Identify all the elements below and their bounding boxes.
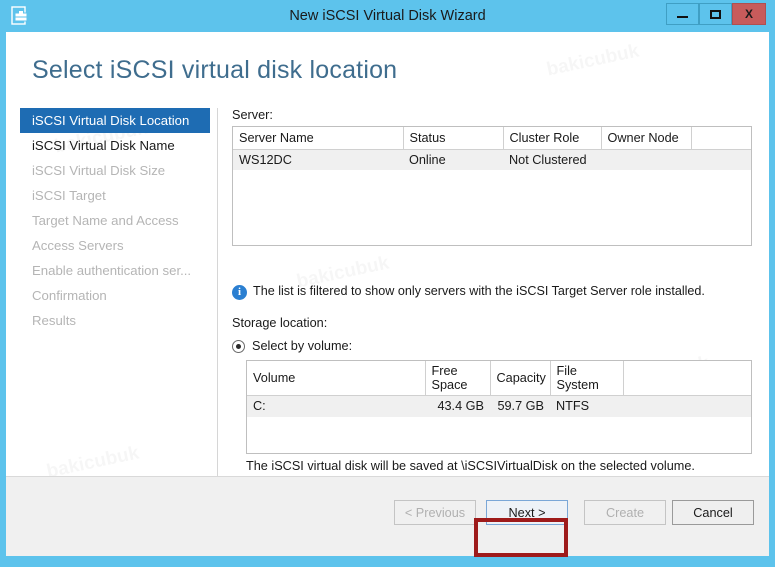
sidebar-item-label: iSCSI Virtual Disk Size <box>32 163 165 178</box>
sidebar-item-label: iSCSI Target <box>32 188 106 203</box>
cell-owner-node <box>601 149 691 170</box>
cell-file-system: NTFS <box>550 396 623 417</box>
column-header-file-system[interactable]: File System <box>550 361 623 396</box>
table-header-row: Volume Free Space Capacity File System <box>247 361 751 396</box>
cell-spacer <box>623 396 751 417</box>
sidebar-item-label: iSCSI Virtual Disk Name <box>32 138 175 153</box>
column-header-cluster-role[interactable]: Cluster Role <box>503 127 601 149</box>
storage-location-label: Storage location: <box>232 316 327 330</box>
maximize-button[interactable] <box>699 3 732 25</box>
cell-free-space: 43.4 GB <box>425 396 490 417</box>
sidebar-item-iscsi-virtual-disk-location[interactable]: iSCSI Virtual Disk Location <box>20 108 210 133</box>
watermark: bakicubuk <box>545 40 642 81</box>
sidebar-item-label: Target Name and Access <box>32 213 179 228</box>
main-panel: Server: Server Name Status Cluster Role … <box>232 108 752 246</box>
title-bar: New iSCSI Virtual Disk Wizard X <box>0 0 775 32</box>
column-header-free-space[interactable]: Free Space <box>425 361 490 396</box>
sidebar-item-label: Access Servers <box>32 238 124 253</box>
column-header-capacity[interactable]: Capacity <box>490 361 550 396</box>
cell-spacer <box>691 149 751 170</box>
info-icon: i <box>232 285 247 300</box>
close-icon: X <box>745 7 753 21</box>
sidebar-item-label: Enable authentication ser... <box>32 263 191 278</box>
sidebar-item-iscsi-virtual-disk-name[interactable]: iSCSI Virtual Disk Name <box>20 133 210 158</box>
cancel-button[interactable]: Cancel <box>672 500 754 525</box>
cell-status: Online <box>403 149 503 170</box>
sidebar-item-label: Confirmation <box>32 288 107 303</box>
sidebar-item-results: Results <box>20 308 210 333</box>
table-header-row: Server Name Status Cluster Role Owner No… <box>233 127 751 149</box>
save-location-note: The iSCSI virtual disk will be saved at … <box>246 459 695 473</box>
sidebar-item-label: iSCSI Virtual Disk Location <box>32 113 189 128</box>
cell-server-name: WS12DC <box>233 149 403 170</box>
sidebar-item-enable-authentication-service: Enable authentication ser... <box>20 258 210 283</box>
column-header-owner-node[interactable]: Owner Node <box>601 127 691 149</box>
sidebar-divider <box>217 108 218 512</box>
radio-select-by-volume[interactable]: Select by volume: <box>232 339 352 353</box>
cell-cluster-role: Not Clustered <box>503 149 601 170</box>
minimize-icon <box>677 16 688 18</box>
create-button[interactable]: Create <box>584 500 666 525</box>
wizard-window: New iSCSI Virtual Disk Wizard X bakicubu… <box>0 0 775 567</box>
column-header-spacer <box>623 361 751 396</box>
page-title: Select iSCSI virtual disk location <box>32 56 397 85</box>
server-label: Server: <box>232 108 752 122</box>
table-row[interactable]: WS12DC Online Not Clustered <box>233 149 751 170</box>
volume-table[interactable]: Volume Free Space Capacity File System C… <box>246 360 752 454</box>
close-button[interactable]: X <box>732 3 766 25</box>
table-row[interactable]: C: 43.4 GB 59.7 GB NTFS <box>247 396 751 417</box>
minimize-button[interactable] <box>666 3 699 25</box>
cell-capacity: 59.7 GB <box>490 396 550 417</box>
radio-select-by-volume-label: Select by volume: <box>252 339 352 353</box>
sidebar-item-confirmation: Confirmation <box>20 283 210 308</box>
cell-volume: C: <box>247 396 425 417</box>
radio-button-icon[interactable] <box>232 340 245 353</box>
column-header-spacer <box>691 127 751 149</box>
wizard-step-list: iSCSI Virtual Disk Location iSCSI Virtua… <box>20 108 210 508</box>
client-area: bakicubuk bakicubuk bakicubuk bakicubuk … <box>6 32 769 556</box>
window-title: New iSCSI Virtual Disk Wizard <box>0 0 775 32</box>
sidebar-item-label: Results <box>32 313 76 328</box>
footer-bar: < Previous Next > Create Cancel <box>6 477 769 556</box>
sidebar-item-target-name-and-access: Target Name and Access <box>20 208 210 233</box>
previous-button[interactable]: < Previous <box>394 500 476 525</box>
sidebar-item-iscsi-target: iSCSI Target <box>20 183 210 208</box>
info-message-text: The list is filtered to show only server… <box>253 284 705 298</box>
sidebar-item-iscsi-virtual-disk-size: iSCSI Virtual Disk Size <box>20 158 210 183</box>
next-button[interactable]: Next > <box>486 500 568 525</box>
column-header-volume[interactable]: Volume <box>247 361 425 396</box>
info-message-row: i The list is filtered to show only serv… <box>232 284 705 300</box>
column-header-status[interactable]: Status <box>403 127 503 149</box>
maximize-icon <box>710 10 721 19</box>
column-header-server-name[interactable]: Server Name <box>233 127 403 149</box>
sidebar-item-access-servers: Access Servers <box>20 233 210 258</box>
server-table[interactable]: Server Name Status Cluster Role Owner No… <box>232 126 752 246</box>
